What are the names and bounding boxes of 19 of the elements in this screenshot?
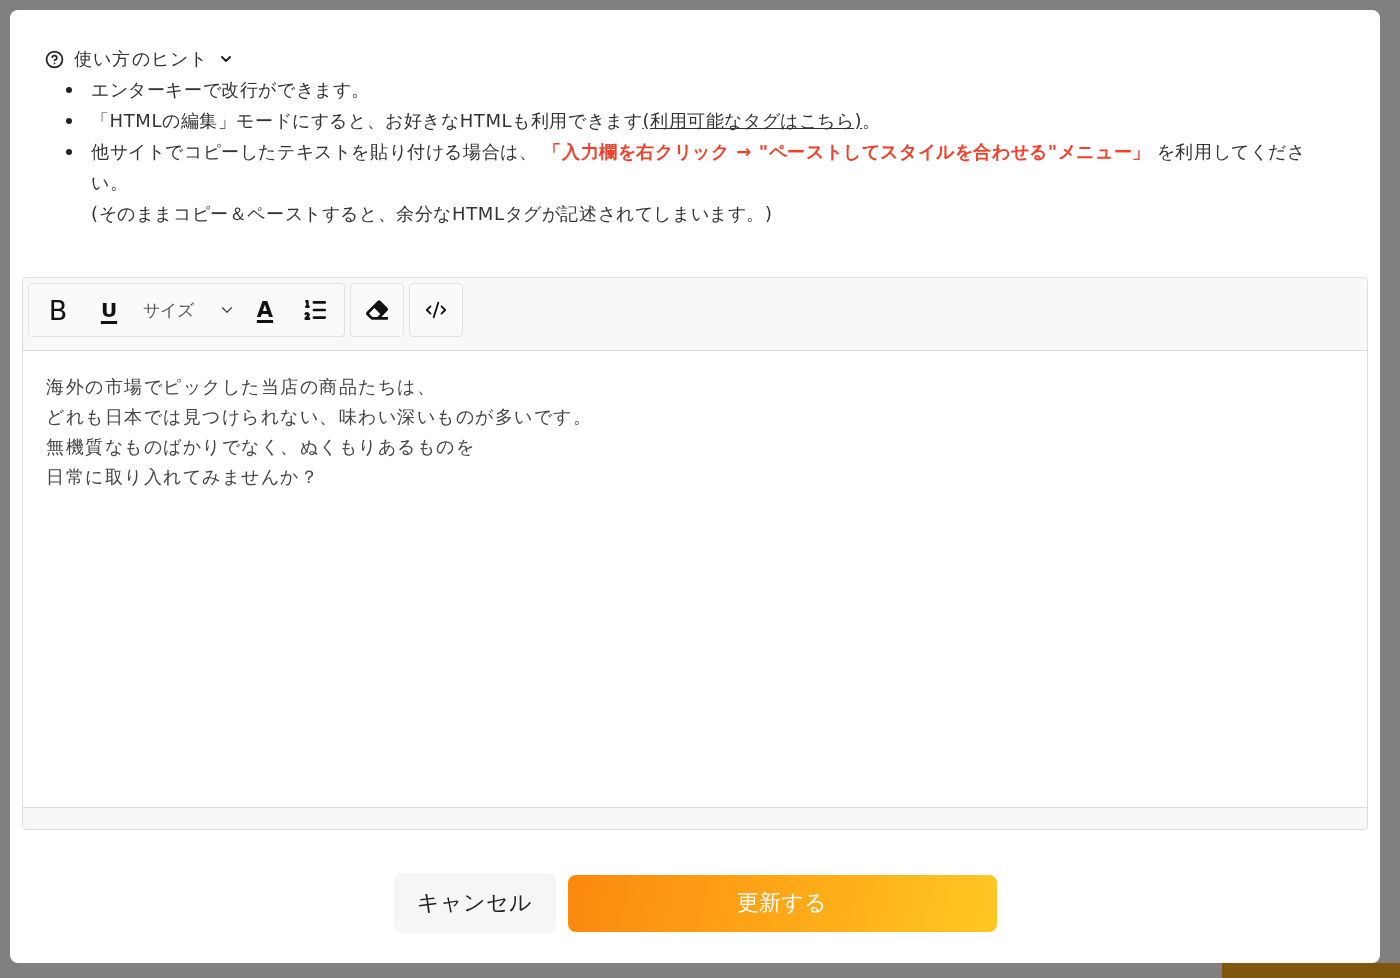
text-color-button[interactable]: A: [240, 288, 290, 332]
hint-title: 使い方のヒント: [74, 47, 209, 71]
hint-toggle[interactable]: 使い方のヒント: [45, 48, 235, 70]
tags-link[interactable]: (利用可能なタグはこちら): [642, 110, 863, 131]
bold-button[interactable]: B: [33, 288, 83, 332]
bullet-icon: [66, 87, 72, 93]
code-icon: [425, 299, 447, 321]
underline-button[interactable]: U: [83, 288, 135, 332]
size-select[interactable]: サイズ: [135, 288, 240, 332]
bullet-icon: [66, 118, 72, 124]
numbered-list-icon: [302, 297, 328, 323]
cancel-button[interactable]: キャンセル: [393, 873, 556, 933]
bullet-icon: [66, 149, 72, 155]
eraser-icon: [366, 299, 388, 321]
hint-text: 他サイトでコピーしたテキストを貼り付ける場合は、「入力欄を右クリック → "ペーストしてスタイルを合わせる"メニュー」を利用してください。: [91, 140, 1307, 195]
help-icon: [45, 49, 64, 69]
hint-text: 「HTMLの編集」モードにすると、お好きなHTMLも利用できます(利用可能なタグはこちら)。: [91, 109, 882, 133]
hint-text: エンターキーで改行ができます。: [91, 78, 371, 102]
hint-note: (そのままコピー＆ペーストすると、余分なHTMLタグが記述されてしまいます。): [91, 202, 774, 226]
